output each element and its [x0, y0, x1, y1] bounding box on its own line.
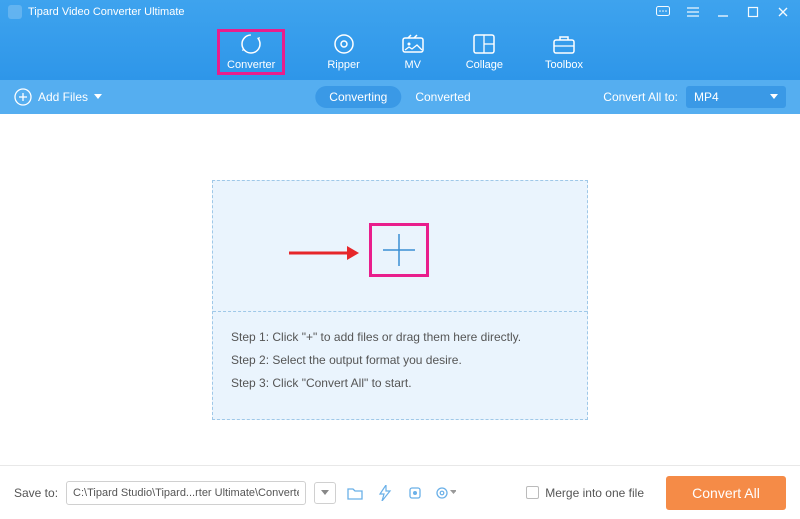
main-area: Step 1: Click "+" to add files or drag t… — [0, 114, 800, 465]
folder-icon — [347, 486, 363, 500]
convert-all-button[interactable]: Convert All — [666, 476, 786, 510]
convert-all-to-label: Convert All to: — [603, 90, 678, 104]
tab-toolbox[interactable]: Toolbox — [545, 33, 583, 71]
mv-icon — [402, 33, 424, 55]
ripper-icon — [333, 33, 355, 55]
close-icon[interactable] — [774, 3, 792, 21]
chevron-down-icon — [770, 94, 778, 100]
tab-ripper[interactable]: Ripper — [327, 33, 359, 71]
titlebar: Tipard Video Converter Ultimate — [0, 0, 800, 24]
collage-icon — [473, 33, 495, 55]
chevron-down-icon — [450, 490, 456, 495]
merge-label: Merge into one file — [545, 486, 644, 500]
tab-label: Collage — [466, 59, 503, 71]
app-title: Tipard Video Converter Ultimate — [28, 6, 185, 18]
arrow-icon — [289, 245, 359, 261]
tab-label: Converter — [227, 59, 275, 71]
gpu-button[interactable] — [404, 482, 426, 504]
tab-collage[interactable]: Collage — [466, 33, 503, 71]
settings-button[interactable] — [434, 482, 456, 504]
add-files-label: Add Files — [38, 90, 88, 104]
save-path-input[interactable] — [66, 481, 306, 505]
converter-icon — [239, 33, 263, 55]
tab-label: Toolbox — [545, 59, 583, 71]
merge-checkbox[interactable]: Merge into one file — [526, 486, 644, 500]
minimize-icon[interactable] — [714, 3, 732, 21]
maximize-icon[interactable] — [744, 3, 762, 21]
chevron-down-icon — [94, 94, 102, 100]
checkbox-icon — [526, 486, 539, 499]
add-files-button[interactable]: Add Files — [14, 88, 102, 106]
toolbox-icon — [553, 33, 575, 55]
tab-converting[interactable]: Converting — [315, 86, 401, 108]
tab-converter[interactable]: Converter — [217, 29, 285, 75]
toolbar: Add Files Converting Converted Convert A… — [0, 80, 800, 114]
app-logo-icon — [8, 5, 22, 19]
tab-label: Ripper — [327, 59, 359, 71]
output-format-select[interactable]: MP4 — [686, 86, 786, 108]
step-text: Step 2: Select the output format you des… — [231, 349, 569, 372]
tab-mv[interactable]: MV — [402, 33, 424, 71]
tab-label: MV — [404, 59, 421, 71]
tab-converted[interactable]: Converted — [401, 86, 484, 108]
format-value: MP4 — [694, 90, 719, 104]
step-text: Step 1: Click "+" to add files or drag t… — [231, 326, 569, 349]
open-folder-button[interactable] — [344, 482, 366, 504]
footer: Save to: Merge into one file Convert All — [0, 465, 800, 519]
drop-zone[interactable]: Step 1: Click "+" to add files or drag t… — [212, 180, 588, 420]
gear-icon — [434, 485, 448, 501]
menu-icon[interactable] — [684, 3, 702, 21]
instructions: Step 1: Click "+" to add files or drag t… — [213, 311, 587, 419]
lightning-icon — [378, 485, 392, 501]
add-files-plus-button[interactable] — [369, 223, 429, 277]
main-tabs: Converter Ripper MV Collage Toolbox — [0, 24, 800, 80]
hardware-accel-button[interactable] — [374, 482, 396, 504]
plus-icon — [379, 230, 419, 270]
step-text: Step 3: Click "Convert All" to start. — [231, 372, 569, 395]
feedback-icon[interactable] — [654, 3, 672, 21]
save-to-label: Save to: — [14, 486, 58, 500]
chip-icon — [407, 485, 423, 501]
path-dropdown-button[interactable] — [314, 482, 336, 504]
plus-circle-icon — [14, 88, 32, 106]
chevron-down-icon — [321, 490, 329, 496]
